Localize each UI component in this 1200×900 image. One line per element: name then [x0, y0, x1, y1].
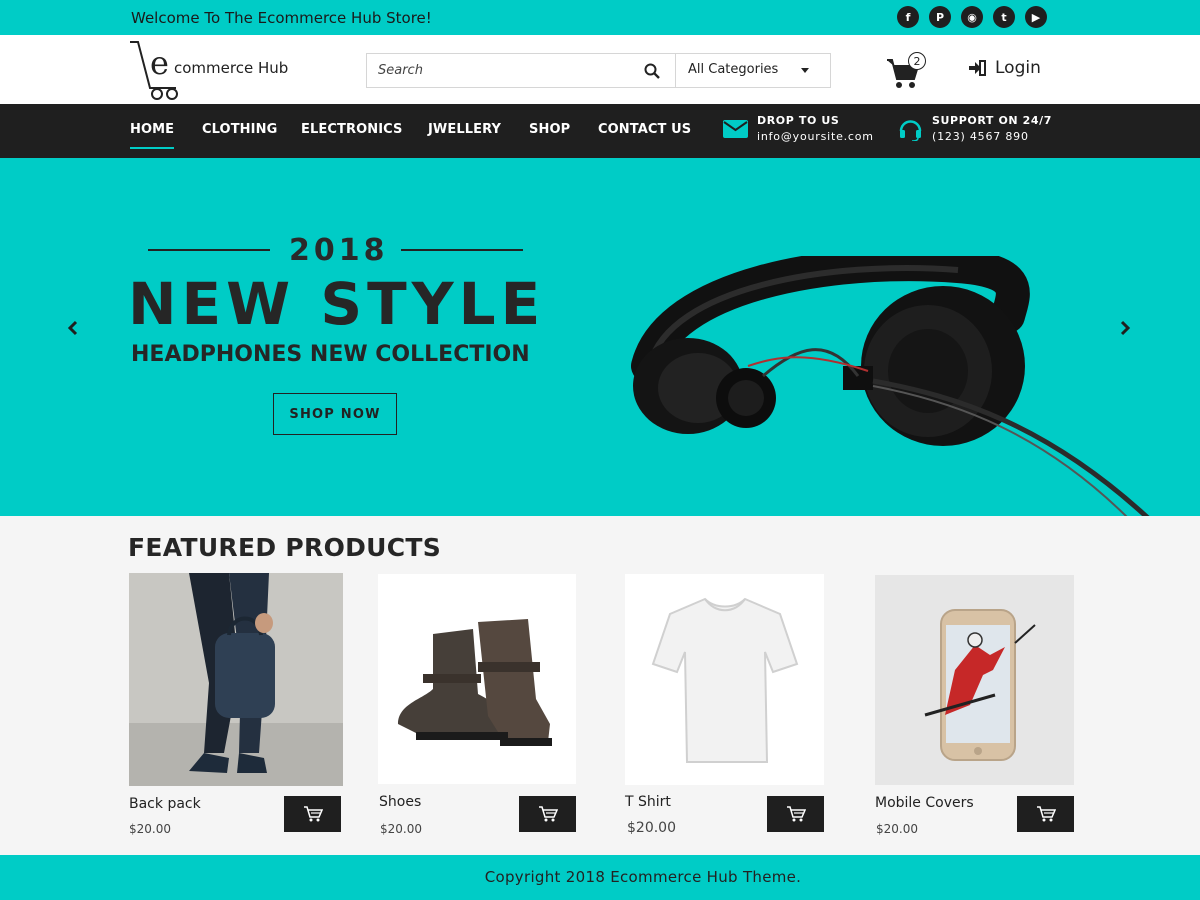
nav-item-home[interactable]: HOME [130, 122, 175, 149]
site-footer: Copyright 2018 Ecommerce Hub Theme. [0, 855, 1200, 900]
headset-icon [899, 119, 922, 141]
shopping-cart-icon [786, 806, 806, 822]
rss-icon[interactable]: ◉ [961, 6, 983, 28]
mail-title: DROP TO US [757, 114, 840, 127]
product-name[interactable]: Mobile Covers [875, 795, 974, 811]
slider-prev-button[interactable] [63, 319, 83, 337]
search-button[interactable] [629, 54, 675, 87]
sign-in-icon [969, 60, 986, 76]
decorative-line-left [148, 249, 270, 251]
product-image-shoes[interactable] [378, 574, 576, 784]
support-value: (123) 4567 890 [932, 130, 1029, 143]
copyright-text: Copyright 2018 Ecommerce Hub Theme. [484, 868, 802, 886]
category-select-value: All Categories [688, 62, 779, 77]
nav-item-shop[interactable]: SHOP [529, 122, 570, 137]
product-name[interactable]: Shoes [379, 794, 421, 810]
facebook-icon[interactable]: f [897, 6, 919, 28]
mail-value: info@yoursite.com [757, 130, 874, 143]
hero-slider: 2018 NEW STYLE HEADPHONES NEW COLLECTION… [0, 158, 1200, 516]
product-image-backpack[interactable] [129, 573, 343, 786]
support-title: SUPPORT ON 24/7 [932, 114, 1053, 127]
boots-photo [378, 574, 576, 784]
product-price: $20.00 [380, 822, 422, 836]
add-to-cart-button[interactable] [284, 796, 341, 832]
nav-item-jwellery[interactable]: JWELLERY [428, 122, 501, 137]
product-price: $20.00 [876, 822, 918, 836]
product-name[interactable]: T Shirt [625, 794, 671, 810]
site-logo[interactable]: e commerce Hub [128, 40, 298, 100]
add-to-cart-button[interactable] [767, 796, 824, 832]
logo-letter: e [150, 44, 169, 82]
decorative-line-right [401, 249, 523, 251]
envelope-icon [723, 119, 748, 138]
mail-info: DROP TO US info@yoursite.com [723, 114, 874, 143]
add-to-cart-button[interactable] [1017, 796, 1074, 832]
shopping-cart-icon [303, 806, 323, 822]
social-links: f P ◉ t ▶ [897, 6, 1047, 28]
youtube-icon[interactable]: ▶ [1025, 6, 1047, 28]
search-input[interactable] [367, 54, 629, 87]
product-price: $20.00 [129, 822, 171, 836]
cart-button[interactable]: 2 [886, 51, 930, 91]
category-select[interactable]: All Categories [675, 54, 831, 87]
support-info: SUPPORT ON 24/7 (123) 4567 890 [898, 114, 1052, 143]
search-icon [644, 63, 660, 79]
twitter-icon[interactable]: t [993, 6, 1015, 28]
product-name[interactable]: Back pack [129, 796, 201, 812]
top-bar: Welcome To The Ecommerce Hub Store! f P … [0, 0, 1200, 35]
chevron-down-icon [801, 68, 809, 73]
main-nav: HOME CLOTHING ELECTRONICS JWELLERY SHOP … [0, 104, 1200, 158]
product-price: $20.00 [627, 820, 676, 836]
search-bar: All Categories [366, 53, 831, 88]
hero-year: 2018 [289, 233, 389, 268]
product-image-mobile-covers[interactable] [875, 575, 1074, 785]
site-header: e commerce Hub All Categories 2 Login [0, 35, 1200, 104]
shop-now-button[interactable]: SHOP NOW [273, 393, 397, 435]
welcome-message: Welcome To The Ecommerce Hub Store! [131, 9, 432, 27]
headphones-image [631, 256, 1150, 516]
chevron-left-icon [67, 320, 78, 336]
add-to-cart-button[interactable] [519, 796, 576, 832]
login-label: Login [995, 58, 1041, 78]
pinterest-icon[interactable]: P [929, 6, 951, 28]
shopping-cart-icon [1036, 806, 1056, 822]
hero-headline: NEW STYLE [128, 270, 546, 338]
nav-item-clothing[interactable]: CLOTHING [202, 122, 277, 137]
featured-products-title: FEATURED PRODUCTS [128, 533, 442, 562]
nav-item-electronics[interactable]: ELECTRONICS [301, 122, 402, 137]
login-link[interactable]: Login [968, 58, 1041, 78]
nav-item-contact-us[interactable]: CONTACT US [598, 122, 691, 137]
logo-text: commerce Hub [174, 59, 289, 77]
hero-subtitle: HEADPHONES NEW COLLECTION [131, 342, 530, 367]
shopping-cart-icon [538, 806, 558, 822]
backpack-photo [129, 573, 343, 786]
cart-count-badge: 2 [908, 52, 926, 70]
product-image-tshirt[interactable] [625, 574, 824, 785]
tshirt-photo [625, 574, 824, 785]
mobile-photo [875, 575, 1074, 785]
